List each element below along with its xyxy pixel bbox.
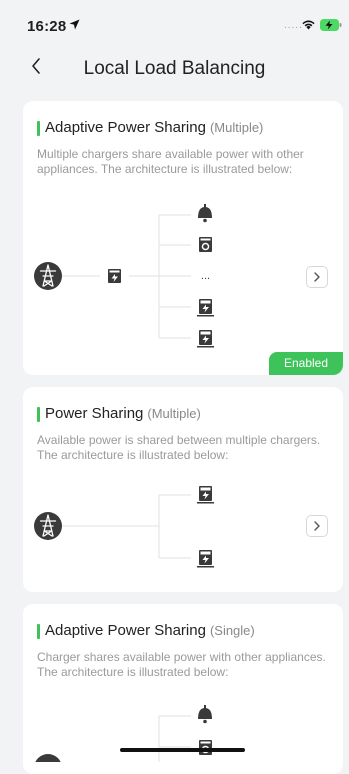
architecture-diagram [34, 486, 214, 568]
page-title: Local Load Balancing [83, 58, 266, 79]
washing-machine-icon [199, 237, 212, 252]
battery-charging-icon [320, 19, 342, 31]
card-description: Charger shares available power with othe… [37, 650, 326, 679]
power-tower-icon [34, 262, 62, 290]
card-title: Adaptive Power Sharing (Multiple) [45, 119, 264, 136]
accent-bar [37, 121, 40, 136]
architecture-diagram [35, 705, 212, 762]
power-tower-icon [35, 754, 61, 762]
mode-card-power-sharing-multiple[interactable]: Power Sharing (Multiple) Available power … [23, 387, 343, 592]
nav-bar: Local Load Balancing [0, 44, 349, 90]
accent-bar [37, 624, 40, 639]
card-title: Adaptive Power Sharing (Single) [45, 622, 255, 639]
card-tag: (Multiple) [147, 406, 201, 421]
chevron-right-icon[interactable] [306, 266, 328, 288]
card-title: Power Sharing (Multiple) [45, 405, 201, 422]
charger-icon [197, 550, 214, 568]
card-description: Available power is shared between multip… [37, 433, 321, 462]
architecture-diagram: ... [34, 204, 214, 348]
status-time: 16:28 [27, 18, 67, 35]
location-arrow-icon [69, 19, 80, 30]
card-tag: (Multiple) [209, 120, 264, 135]
card-description: Multiple chargers share available power … [37, 147, 304, 176]
home-indicator[interactable] [120, 748, 245, 752]
enabled-badge: Enabled [269, 352, 343, 375]
charger-icon [197, 486, 214, 504]
charger-icon [197, 299, 214, 317]
meter-icon [108, 269, 121, 283]
status-bar: 16:28 ..... [0, 0, 349, 44]
accent-bar [37, 407, 40, 422]
mode-card-adaptive-multiple[interactable]: Adaptive Power Sharing (Multiple) Multipl… [23, 101, 343, 375]
chevron-right-icon[interactable] [306, 515, 328, 537]
power-tower-icon [34, 512, 62, 540]
more-appliances-ellipsis: ... [201, 270, 210, 282]
lamp-icon [198, 204, 212, 223]
wifi-icon [301, 19, 316, 30]
card-tag: (Single) [209, 623, 255, 638]
charger-icon [197, 330, 214, 348]
lamp-icon [198, 705, 212, 724]
